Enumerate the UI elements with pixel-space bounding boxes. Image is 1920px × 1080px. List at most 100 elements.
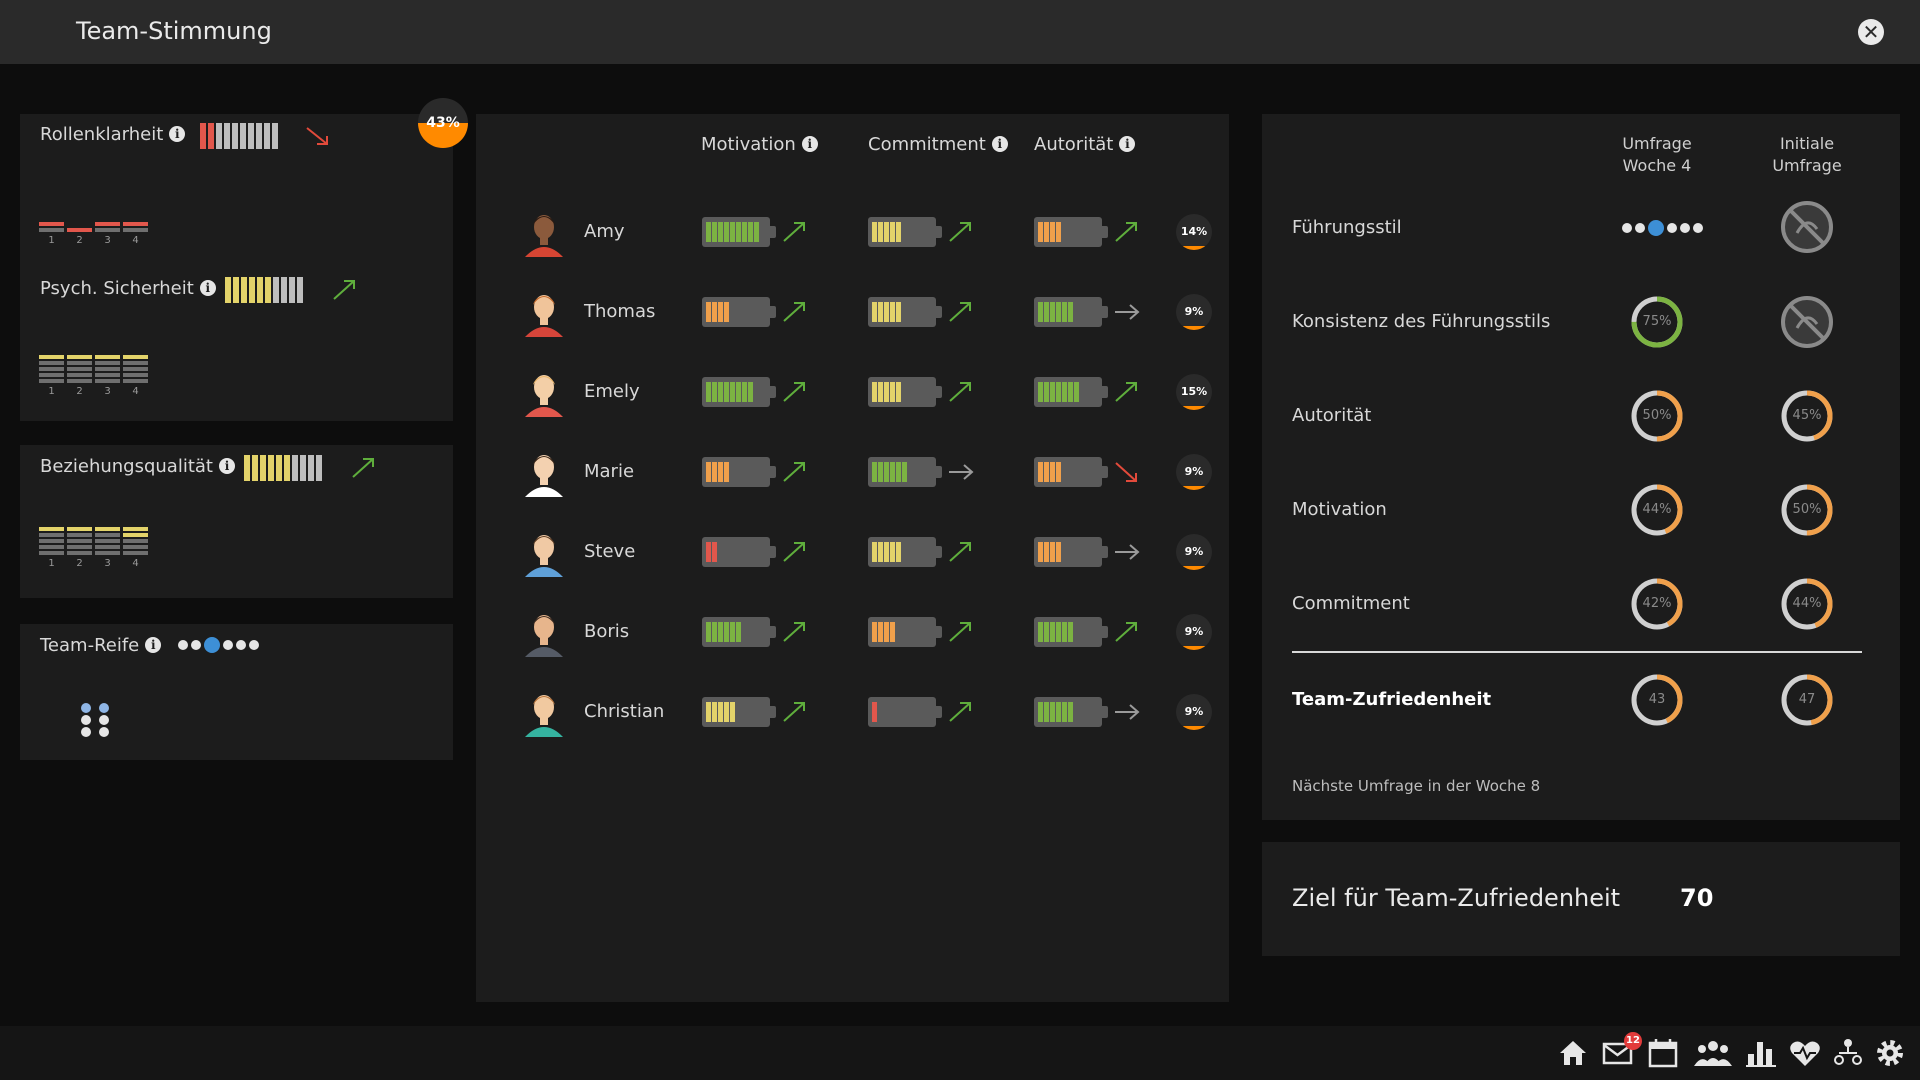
autoritaet-battery xyxy=(1034,617,1108,647)
info-icon[interactable]: i xyxy=(145,637,162,653)
avatar[interactable] xyxy=(519,287,569,337)
info-icon[interactable]: i xyxy=(199,280,216,296)
minichart-bar xyxy=(123,539,148,543)
battery-segment xyxy=(884,462,889,482)
battery-segment xyxy=(1044,542,1049,562)
minichart-bar xyxy=(95,361,120,365)
motivation-trend-arrow-icon xyxy=(783,302,805,322)
battery-segment xyxy=(1056,622,1061,642)
battery-segment xyxy=(730,382,735,402)
avatar[interactable] xyxy=(519,527,569,577)
minichart-bar xyxy=(95,379,120,383)
member-percent-badge: 9% xyxy=(1176,534,1212,570)
motivation-trend-arrow-icon xyxy=(783,542,805,562)
info-icon[interactable]: i xyxy=(991,136,1008,152)
battery-segment xyxy=(706,462,711,482)
ring-value: 50% xyxy=(1792,502,1822,517)
battery-segment xyxy=(884,542,889,562)
minichart-tick: 3 xyxy=(104,235,111,246)
info-icon[interactable]: i xyxy=(1119,136,1136,152)
bar-segment xyxy=(257,277,263,303)
minichart-bar xyxy=(123,373,148,377)
avatar[interactable] xyxy=(519,367,569,417)
commitment-trend-arrow-icon xyxy=(949,222,971,242)
commitment-battery xyxy=(868,537,942,567)
health-icon[interactable] xyxy=(1788,1036,1822,1070)
commitment-trend-arrow-icon xyxy=(949,702,971,722)
battery-segment xyxy=(730,702,735,722)
home-icon[interactable] xyxy=(1556,1036,1590,1070)
chart-icon[interactable] xyxy=(1744,1036,1778,1070)
bar-segment xyxy=(308,455,314,481)
bar-segment xyxy=(316,455,322,481)
minichart-column: 3 xyxy=(95,353,120,397)
battery-segment xyxy=(754,222,759,242)
minichart-tick: 3 xyxy=(104,386,111,397)
battery-segment xyxy=(1038,222,1043,242)
org-chart-icon[interactable] xyxy=(1831,1036,1865,1070)
survey-label-satisfaction: Team-Zufriedenheit xyxy=(1292,689,1492,710)
info-icon[interactable]: i xyxy=(801,136,818,152)
motivation-battery xyxy=(702,617,776,647)
battery-segment xyxy=(872,302,877,322)
battery-segment xyxy=(706,302,711,322)
ring-value: 43 xyxy=(1648,692,1666,707)
bar-segment xyxy=(265,277,271,303)
minichart-bar xyxy=(67,527,92,531)
battery-segment xyxy=(872,222,877,242)
rollenklarheit-label: Rollenklarheit i xyxy=(40,124,186,145)
battery-segment xyxy=(878,302,883,322)
minichart-bar xyxy=(95,539,120,543)
team-reife-label: Team-Reife i xyxy=(40,635,162,656)
member-name: Christian xyxy=(584,701,665,722)
team-reife-group-icon xyxy=(81,703,109,737)
minichart-bar xyxy=(39,228,64,232)
no-data-icon xyxy=(1781,296,1833,348)
member-percent-badge: 9% xyxy=(1176,454,1212,490)
next-survey-note: Nächste Umfrage in der Woche 8 xyxy=(1292,777,1541,795)
avatar[interactable] xyxy=(519,207,569,257)
avatar[interactable] xyxy=(519,447,569,497)
bar-segment xyxy=(264,123,270,149)
rollenklarheit-badge: 43% xyxy=(418,98,468,148)
battery-segment xyxy=(1056,702,1061,722)
settings-icon[interactable] xyxy=(1873,1036,1907,1070)
member-name: Boris xyxy=(584,621,630,642)
battery-segment xyxy=(896,382,901,402)
minichart-bar xyxy=(95,228,120,232)
bar-segment xyxy=(268,455,274,481)
team-icon[interactable] xyxy=(1693,1036,1733,1070)
calendar-icon[interactable] xyxy=(1646,1036,1680,1070)
battery-segment xyxy=(1038,622,1043,642)
battery-segment xyxy=(736,622,741,642)
battery-segment xyxy=(712,462,717,482)
battery-segment xyxy=(724,302,729,322)
bar-segment xyxy=(284,455,290,481)
battery-segment xyxy=(878,542,883,562)
info-icon[interactable]: i xyxy=(169,126,186,142)
minichart-bar xyxy=(67,545,92,549)
autoritaet-trend-arrow-icon xyxy=(1115,304,1140,320)
minichart-column: 3 xyxy=(95,220,120,246)
avatar[interactable] xyxy=(519,687,569,737)
minichart-bar xyxy=(123,361,148,365)
info-icon[interactable]: i xyxy=(219,458,235,474)
commitment-battery xyxy=(868,457,942,487)
minichart-bar xyxy=(95,551,120,555)
commitment-battery xyxy=(868,697,942,727)
avatar[interactable] xyxy=(519,607,569,657)
autoritaet-battery xyxy=(1034,297,1108,327)
ring-value: 44% xyxy=(1792,596,1822,611)
header-motivation: Motivation i xyxy=(701,134,818,155)
member-name: Steve xyxy=(584,541,636,562)
battery-segment xyxy=(890,302,895,322)
close-button[interactable]: ✕ xyxy=(1858,19,1884,45)
minichart-bar xyxy=(39,367,64,371)
battery-segment xyxy=(1062,382,1067,402)
battery-segment xyxy=(706,542,711,562)
battery-segment xyxy=(1068,382,1073,402)
member-name: Thomas xyxy=(584,301,656,322)
commitment-trend-arrow-icon xyxy=(949,542,971,562)
bar-segment xyxy=(260,455,266,481)
battery-segment xyxy=(706,382,711,402)
